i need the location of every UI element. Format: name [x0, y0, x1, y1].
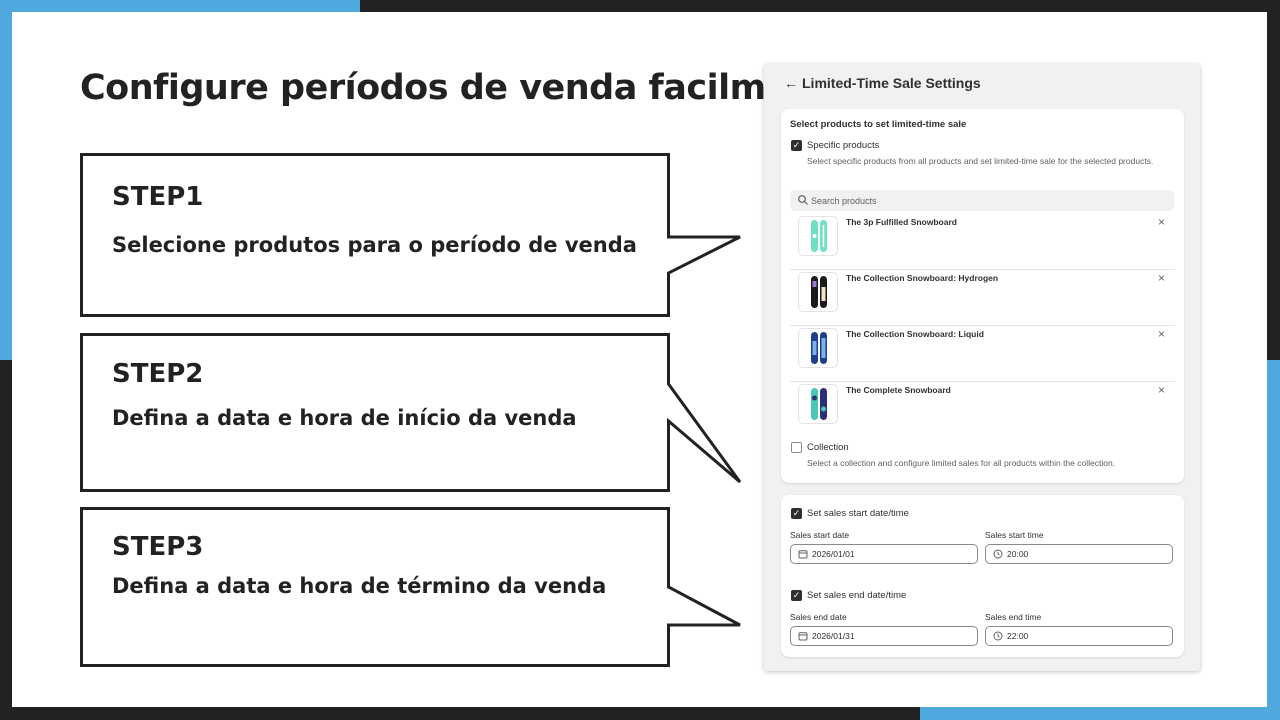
step1-description: Selecione produtos para o período de ven… [112, 233, 637, 257]
step3-title: STEP3 [112, 532, 204, 562]
start-date-label: Sales start date [790, 530, 850, 540]
step2-title: STEP2 [112, 359, 204, 389]
product-row: The 3p Fulfilled Snowboard × [790, 213, 1175, 270]
start-date-field[interactable]: 2026/01/01 [790, 544, 978, 564]
clock-icon [993, 549, 1003, 559]
collection-checkbox[interactable] [791, 442, 802, 453]
end-time-field[interactable]: 22:00 [985, 626, 1173, 646]
snowboard-image [811, 276, 827, 308]
collection-help: Select a collection and configure limite… [807, 458, 1116, 468]
start-datetime-checkbox[interactable]: ✓ [791, 508, 802, 519]
product-thumbnail [798, 216, 838, 256]
step3-description: Defina a data e hora de término da venda [112, 574, 607, 598]
product-row: The Collection Snowboard: Liquid × [790, 325, 1175, 382]
search-products-input[interactable] [811, 190, 1161, 211]
snowboard-image [811, 220, 827, 252]
step1-title: STEP1 [112, 182, 204, 212]
start-datetime-label: Set sales start date/time [807, 508, 909, 519]
clock-icon [993, 631, 1003, 641]
snowboard-image [811, 332, 827, 364]
remove-icon[interactable]: × [1158, 271, 1165, 285]
panel-header: ← Limited-Time Sale Settings [784, 75, 981, 91]
product-name: The Collection Snowboard: Liquid [846, 329, 984, 339]
end-datetime-checkbox[interactable]: ✓ [791, 590, 802, 601]
product-thumbnail [798, 384, 838, 424]
snowboard-image [811, 388, 827, 420]
calendar-icon [798, 632, 808, 641]
end-datetime-label: Set sales end date/time [807, 590, 907, 601]
product-selection-card: Select products to set limited-time sale… [781, 109, 1184, 483]
end-date-value: 2026/01/31 [812, 631, 855, 641]
remove-icon[interactable]: × [1158, 383, 1165, 397]
start-time-label: Sales start time [985, 530, 1044, 540]
calendar-icon [798, 550, 808, 559]
start-date-value: 2026/01/01 [812, 549, 855, 559]
end-date-field[interactable]: 2026/01/31 [790, 626, 978, 646]
product-search [790, 190, 1174, 211]
product-thumbnail [798, 328, 838, 368]
arrow-left-icon[interactable]: ← [784, 75, 798, 91]
headline: Configure períodos de venda facilmente! [80, 68, 869, 108]
product-name: The 3p Fulfilled Snowboard [846, 217, 957, 227]
search-icon [798, 195, 808, 205]
end-time-label: Sales end time [985, 612, 1042, 622]
sale-schedule-card: ✓ Set sales start date/time Sales start … [781, 495, 1184, 657]
panel-title: Limited-Time Sale Settings [802, 75, 981, 91]
product-thumbnail [798, 272, 838, 312]
step1-callout: STEP1 Selecione produtos para o período … [80, 153, 752, 317]
step2-description: Defina a data e hora de início da venda [112, 406, 577, 430]
product-row: The Collection Snowboard: Hydrogen × [790, 269, 1175, 326]
end-date-label: Sales end date [790, 612, 847, 622]
step2-callout: STEP2 Defina a data e hora de início da … [80, 333, 752, 492]
step3-callout: STEP3 Defina a data e hora de término da… [80, 507, 752, 667]
end-time-value: 22:00 [1007, 631, 1029, 641]
specific-products-checkbox[interactable]: ✓ [791, 140, 802, 151]
start-time-field[interactable]: 20:00 [985, 544, 1173, 564]
specific-products-label: Specific products [807, 140, 880, 151]
sale-settings-panel: ← Limited-Time Sale Settings Select prod… [764, 64, 1200, 671]
start-time-value: 20:00 [1007, 549, 1029, 559]
remove-icon[interactable]: × [1158, 215, 1165, 229]
product-card-title: Select products to set limited-time sale [790, 119, 967, 130]
product-name: The Collection Snowboard: Hydrogen [846, 273, 999, 283]
specific-products-help: Select specific products from all produc… [807, 156, 1154, 166]
remove-icon[interactable]: × [1158, 327, 1165, 341]
collection-label: Collection [807, 442, 849, 453]
product-row: The Complete Snowboard × [790, 381, 1175, 437]
product-name: The Complete Snowboard [846, 385, 951, 395]
